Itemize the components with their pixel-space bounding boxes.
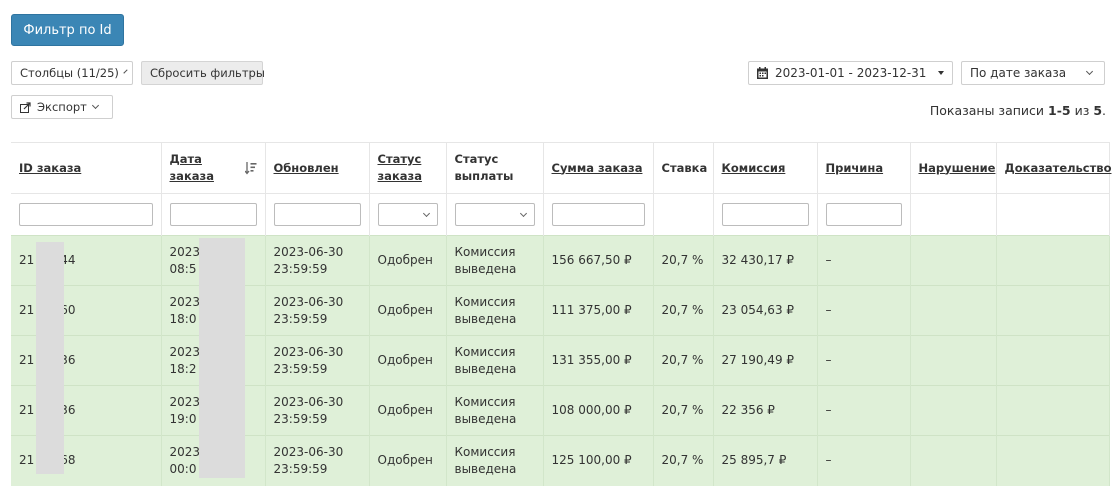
cell-proof bbox=[996, 385, 1110, 436]
filter-by-id-label: Фильтр по Id bbox=[23, 22, 112, 38]
cell-updated: 2023-06-30 23:59:59 bbox=[265, 285, 370, 336]
cell-updated: 2023-06-30 23:59:59 bbox=[265, 385, 370, 436]
column-header-commission[interactable]: Комиссия bbox=[713, 142, 818, 194]
filter-order-date-input[interactable] bbox=[169, 203, 257, 226]
cell-violation bbox=[910, 435, 997, 486]
cell-violation bbox=[910, 335, 997, 386]
filter-id-input[interactable] bbox=[19, 203, 153, 226]
cell-rate: 20,7 % bbox=[653, 235, 714, 286]
export-dropdown-button[interactable]: Экспорт bbox=[11, 95, 113, 119]
cell-commission: 27 190,49 ₽ bbox=[713, 335, 818, 386]
calendar-icon bbox=[757, 67, 768, 79]
column-header-rate: Ставка bbox=[653, 142, 714, 194]
cell-id: 21 44 bbox=[11, 235, 162, 286]
cell-violation bbox=[910, 385, 997, 436]
redaction-block bbox=[199, 238, 245, 478]
cell-order-sum: 108 000,00 ₽ bbox=[543, 385, 654, 436]
date-mode-value: По дате заказа bbox=[970, 66, 1067, 80]
column-header-updated[interactable]: Обновлен bbox=[265, 142, 370, 194]
cell-order-sum: 131 355,00 ₽ bbox=[543, 335, 654, 386]
cell-reason: – bbox=[817, 235, 911, 286]
table-row[interactable]: 21 44 2023 08:5 2023-06-30 23:59:59 Одобрен… bbox=[11, 235, 1110, 286]
column-header-proof[interactable]: Доказательство bbox=[996, 142, 1111, 194]
export-label: Экспорт bbox=[37, 100, 87, 114]
column-header-order-date[interactable]: Дата заказа bbox=[161, 142, 266, 194]
date-mode-select[interactable]: По дате заказа bbox=[961, 61, 1105, 85]
reset-filters-label: Сбросить фильтры bbox=[150, 66, 265, 80]
filter-updated-input[interactable] bbox=[273, 203, 361, 226]
chevron-down-icon bbox=[91, 101, 99, 110]
filter-commission-input[interactable] bbox=[721, 203, 809, 226]
column-header-payout-status: Статус выплаты bbox=[446, 142, 544, 194]
cell-commission: 22 356 ₽ bbox=[713, 385, 818, 436]
redaction-block bbox=[36, 242, 64, 474]
column-header-order-status[interactable]: Статус заказа bbox=[369, 142, 447, 194]
cell-proof bbox=[996, 285, 1110, 336]
cell-payout-status: Комиссия выведена bbox=[446, 385, 544, 436]
table-row[interactable]: 21 36 2023 19:0 2023-06-30 23:59:59 Одобрен… bbox=[11, 385, 1110, 436]
orders-table: ID заказа Дата заказа Обновлен Статус за… bbox=[11, 142, 1111, 486]
cell-rate: 20,7 % bbox=[653, 335, 714, 386]
cell-order-status: Одобрен bbox=[369, 385, 447, 436]
cell-payout-status: Комиссия выведена bbox=[446, 435, 544, 486]
cell-order-sum: 156 667,50 ₽ bbox=[543, 235, 654, 286]
cell-reason: – bbox=[817, 385, 911, 436]
filter-order-sum-input[interactable] bbox=[551, 203, 645, 226]
cell-id: 21 60 bbox=[11, 285, 162, 336]
caret-down-icon bbox=[938, 71, 944, 75]
export-icon bbox=[20, 101, 31, 113]
cell-payout-status: Комиссия выведена bbox=[446, 285, 544, 336]
cell-proof bbox=[996, 335, 1110, 386]
table-row[interactable]: 21 60 2023 18:0 2023-06-30 23:59:59 Одобрен… bbox=[11, 285, 1110, 336]
cell-rate: 20,7 % bbox=[653, 435, 714, 486]
filter-by-id-button[interactable]: Фильтр по Id bbox=[11, 14, 124, 46]
columns-dropdown-button[interactable]: Столбцы (11/25) bbox=[11, 61, 133, 85]
column-header-violation[interactable]: Нарушение bbox=[910, 142, 997, 194]
cell-commission: 32 430,17 ₽ bbox=[713, 235, 818, 286]
columns-label: Столбцы (11/25) bbox=[20, 66, 119, 80]
cell-reason: – bbox=[817, 285, 911, 336]
cell-updated: 2023-06-30 23:59:59 bbox=[265, 235, 370, 286]
cell-order-status: Одобрен bbox=[369, 335, 447, 386]
cell-updated: 2023-06-30 23:59:59 bbox=[265, 335, 370, 386]
cell-id: 21 36 bbox=[11, 335, 162, 386]
cell-reason: – bbox=[817, 435, 911, 486]
cell-reason: – bbox=[817, 335, 911, 386]
filter-row bbox=[11, 193, 1110, 236]
table-row[interactable]: 21 68 2023 00:0 2023-06-30 23:59:59 Одобрен… bbox=[11, 435, 1110, 486]
table-row[interactable]: 21 36 2023 18:2 2023-06-30 23:59:59 Одобрен… bbox=[11, 335, 1110, 386]
date-range-value: 2023-01-01 - 2023-12-31 bbox=[775, 66, 927, 80]
column-header-id[interactable]: ID заказа bbox=[11, 142, 162, 194]
reset-filters-button[interactable]: Сбросить фильтры bbox=[141, 61, 265, 85]
cell-rate: 20,7 % bbox=[653, 385, 714, 436]
column-header-reason[interactable]: Причина bbox=[817, 142, 911, 194]
cell-rate: 20,7 % bbox=[653, 285, 714, 336]
cell-order-sum: 125 100,00 ₽ bbox=[543, 435, 654, 486]
cell-payout-status: Комиссия выведена bbox=[446, 235, 544, 286]
date-range-picker[interactable]: 2023-01-01 - 2023-12-31 bbox=[748, 61, 953, 85]
cell-proof bbox=[996, 435, 1110, 486]
cell-id: 21 36 bbox=[11, 385, 162, 436]
cell-commission: 25 895,7 ₽ bbox=[713, 435, 818, 486]
chevron-down-icon bbox=[1085, 67, 1094, 76]
cell-order-status: Одобрен bbox=[369, 235, 447, 286]
cell-payout-status: Комиссия выведена bbox=[446, 335, 544, 386]
cell-commission: 23 054,63 ₽ bbox=[713, 285, 818, 336]
cell-order-status: Одобрен bbox=[369, 285, 447, 336]
cell-id: 21 68 bbox=[11, 435, 162, 486]
cell-order-status: Одобрен bbox=[369, 435, 447, 486]
cell-proof bbox=[996, 235, 1110, 286]
records-info: Показаны записи 1-5 из 5. bbox=[929, 103, 1106, 118]
cell-violation bbox=[910, 285, 997, 336]
cell-order-sum: 111 375,00 ₽ bbox=[543, 285, 654, 336]
cell-violation bbox=[910, 235, 997, 286]
column-header-order-sum[interactable]: Сумма заказа bbox=[543, 142, 654, 194]
filter-reason-input[interactable] bbox=[825, 203, 902, 226]
chevron-down-icon bbox=[123, 69, 128, 74]
filter-order-status-select[interactable] bbox=[377, 203, 438, 226]
sort-descending-icon bbox=[244, 162, 256, 175]
cell-updated: 2023-06-30 23:59:59 bbox=[265, 435, 370, 486]
table-header-row: ID заказа Дата заказа Обновлен Статус за… bbox=[11, 142, 1111, 194]
filter-payout-status-select[interactable] bbox=[454, 203, 535, 226]
